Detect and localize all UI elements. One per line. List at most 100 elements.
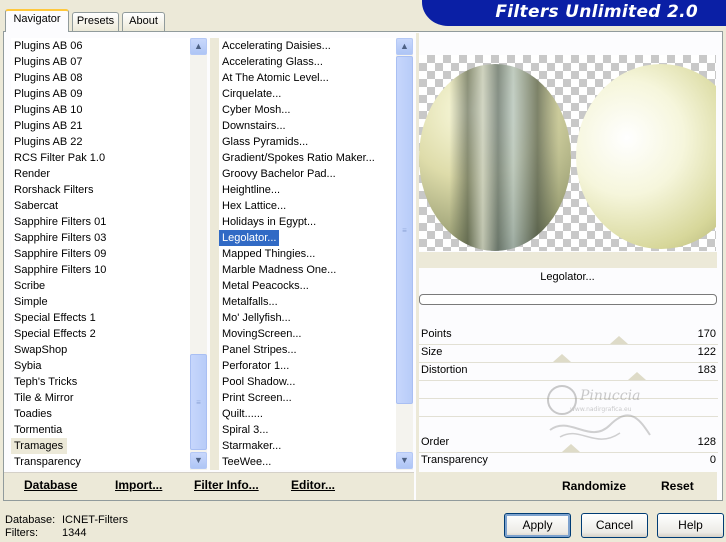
category-item[interactable]: Plugins AB 22 — [11, 134, 190, 150]
filter-item[interactable]: Cyber Mosh... — [219, 102, 396, 118]
category-item[interactable]: Plugins AB 06 — [11, 38, 190, 54]
category-item[interactable]: Special Effects 2 — [11, 326, 190, 342]
preview-sphere-original — [419, 64, 571, 251]
param-points[interactable]: Points 170 — [419, 326, 718, 344]
scroll-down-icon[interactable]: ▼ — [396, 452, 413, 469]
scroll-up-icon[interactable]: ▲ — [190, 38, 207, 55]
help-button[interactable]: Help — [657, 513, 724, 538]
filter-item[interactable]: Mo' Jellyfish... — [219, 310, 396, 326]
category-item[interactable]: Sabercat — [11, 198, 190, 214]
filter-item[interactable]: Metalfalls... — [219, 294, 396, 310]
category-item[interactable]: SwapShop — [11, 342, 190, 358]
filter-item[interactable]: Starmaker... — [219, 438, 396, 454]
category-item[interactable]: RCS Filter Pak 1.0 — [11, 150, 190, 166]
filter-item[interactable]: At The Atomic Level... — [219, 70, 396, 86]
filter-info-button[interactable]: Filter Info... — [194, 473, 259, 497]
database-button[interactable]: Database — [24, 473, 77, 497]
preview-sphere-result — [576, 64, 716, 249]
tab-navigator[interactable]: Navigator — [5, 9, 69, 32]
scroll-down-icon[interactable]: ▼ — [190, 452, 207, 469]
filter-list[interactable]: Accelerating Daisies... Accelerating Glas… — [219, 38, 396, 470]
category-item[interactable]: Plugins AB 07 — [11, 54, 190, 70]
category-item[interactable]: Plugins AB 09 — [11, 86, 190, 102]
app-title: Filters Unlimited 2.0 — [495, 2, 698, 22]
cancel-button[interactable]: Cancel — [581, 513, 648, 538]
reset-button[interactable]: Reset — [661, 474, 694, 498]
category-item[interactable]: Toadies — [11, 406, 190, 422]
filter-item[interactable]: Groovy Bachelor Pad... — [219, 166, 396, 182]
category-item[interactable]: Sybia — [11, 358, 190, 374]
category-item[interactable]: Transparency — [11, 454, 190, 470]
size-slider-thumb[interactable] — [553, 354, 571, 362]
randomize-button[interactable]: Randomize — [562, 474, 626, 498]
status-database-value: ICNET-Filters — [62, 514, 128, 526]
filter-item[interactable]: Accelerating Daisies... — [219, 38, 396, 54]
category-item[interactable]: Rorshack Filters — [11, 182, 190, 198]
category-scrollbar[interactable]: ▲ ≡ ▼ — [190, 38, 207, 470]
tab-presets[interactable]: Presets — [72, 12, 119, 31]
filter-item[interactable]: MovingScreen... — [219, 326, 396, 342]
param-label: Distortion — [421, 364, 468, 376]
watermark-url: www.nadirgrafica.eu — [570, 406, 632, 413]
category-item[interactable]: Tramages — [11, 438, 68, 454]
category-item[interactable]: Tormentia — [11, 422, 190, 438]
filter-item[interactable]: Accelerating Glass... — [219, 54, 396, 70]
category-item[interactable]: Render — [11, 166, 190, 182]
category-item[interactable]: Sapphire Filters 10 — [11, 262, 190, 278]
filter-scrollbar[interactable]: ▲ ≡ ▼ — [396, 38, 413, 470]
apply-button[interactable]: Apply — [504, 513, 571, 538]
filter-item[interactable]: Panel Stripes... — [219, 342, 396, 358]
filter-item[interactable]: Quilt...... — [219, 406, 396, 422]
preview-button-bar: Randomize Reset — [419, 472, 717, 500]
filter-item[interactable]: Heightline... — [219, 182, 396, 198]
filter-item[interactable]: Marble Madness One... — [219, 262, 396, 278]
param-value: 183 — [697, 364, 716, 376]
import-button[interactable]: Import... — [115, 473, 162, 497]
category-item[interactable]: Tile & Mirror — [11, 390, 190, 406]
category-item[interactable]: Plugins AB 08 — [11, 70, 190, 86]
filter-item[interactable]: TeeWee... — [219, 454, 396, 470]
category-item[interactable]: Scribe — [11, 278, 190, 294]
tab-about[interactable]: About — [122, 12, 165, 31]
points-slider-thumb[interactable] — [610, 336, 628, 344]
category-item[interactable]: Simple — [11, 294, 190, 310]
filter-item[interactable]: Mapped Thingies... — [219, 246, 396, 262]
category-item[interactable]: Sapphire Filters 01 — [11, 214, 190, 230]
param-value: 170 — [697, 328, 716, 340]
filter-item[interactable]: Hex Lattice... — [219, 198, 396, 214]
category-list[interactable]: Plugins AB 06 Plugins AB 07 Plugins AB 08 P… — [11, 38, 190, 470]
filter-item[interactable]: Holidays in Egypt... — [219, 214, 396, 230]
editor-button[interactable]: Editor... — [291, 473, 335, 497]
category-item[interactable]: Sapphire Filters 03 — [11, 230, 190, 246]
category-item[interactable]: Sapphire Filters 09 — [11, 246, 190, 262]
scroll-thumb[interactable]: ≡ — [396, 56, 413, 404]
param-transparency[interactable]: Transparency 0 — [419, 452, 718, 470]
status-filters-label: Filters: — [5, 527, 38, 539]
filter-item[interactable]: Legolator... — [219, 229, 281, 247]
title-banner: Filters Unlimited 2.0 — [422, 0, 726, 26]
watermark-text: Pinuccia — [579, 388, 640, 404]
effect-name: Legolator... — [540, 271, 595, 283]
filter-item[interactable]: Glass Pyramids... — [219, 134, 396, 150]
param-label: Points — [421, 328, 452, 340]
category-item[interactable]: Special Effects 1 — [11, 310, 190, 326]
category-item[interactable]: Plugins AB 21 — [11, 118, 190, 134]
progress-bar — [419, 294, 717, 305]
scroll-up-icon[interactable]: ▲ — [396, 38, 413, 55]
category-item[interactable]: Teph's Tricks — [11, 374, 190, 390]
preview-image[interactable] — [419, 55, 716, 251]
category-item[interactable]: Plugins AB 10 — [11, 102, 190, 118]
filter-item[interactable]: Perforator 1... — [219, 358, 396, 374]
preview-footer — [419, 252, 717, 268]
filter-item[interactable]: Spiral 3... — [219, 422, 396, 438]
filter-item[interactable]: Gradient/Spokes Ratio Maker... — [219, 150, 396, 166]
filter-item[interactable]: Downstairs... — [219, 118, 396, 134]
filter-item[interactable]: Print Screen... — [219, 390, 396, 406]
status-database-label: Database: — [5, 514, 56, 526]
scroll-thumb[interactable]: ≡ — [190, 354, 207, 450]
param-label: Transparency — [421, 454, 488, 466]
order-slider-thumb[interactable] — [562, 444, 580, 452]
filter-item[interactable]: Metal Peacocks... — [219, 278, 396, 294]
filter-item[interactable]: Pool Shadow... — [219, 374, 396, 390]
filter-item[interactable]: Cirquelate... — [219, 86, 396, 102]
